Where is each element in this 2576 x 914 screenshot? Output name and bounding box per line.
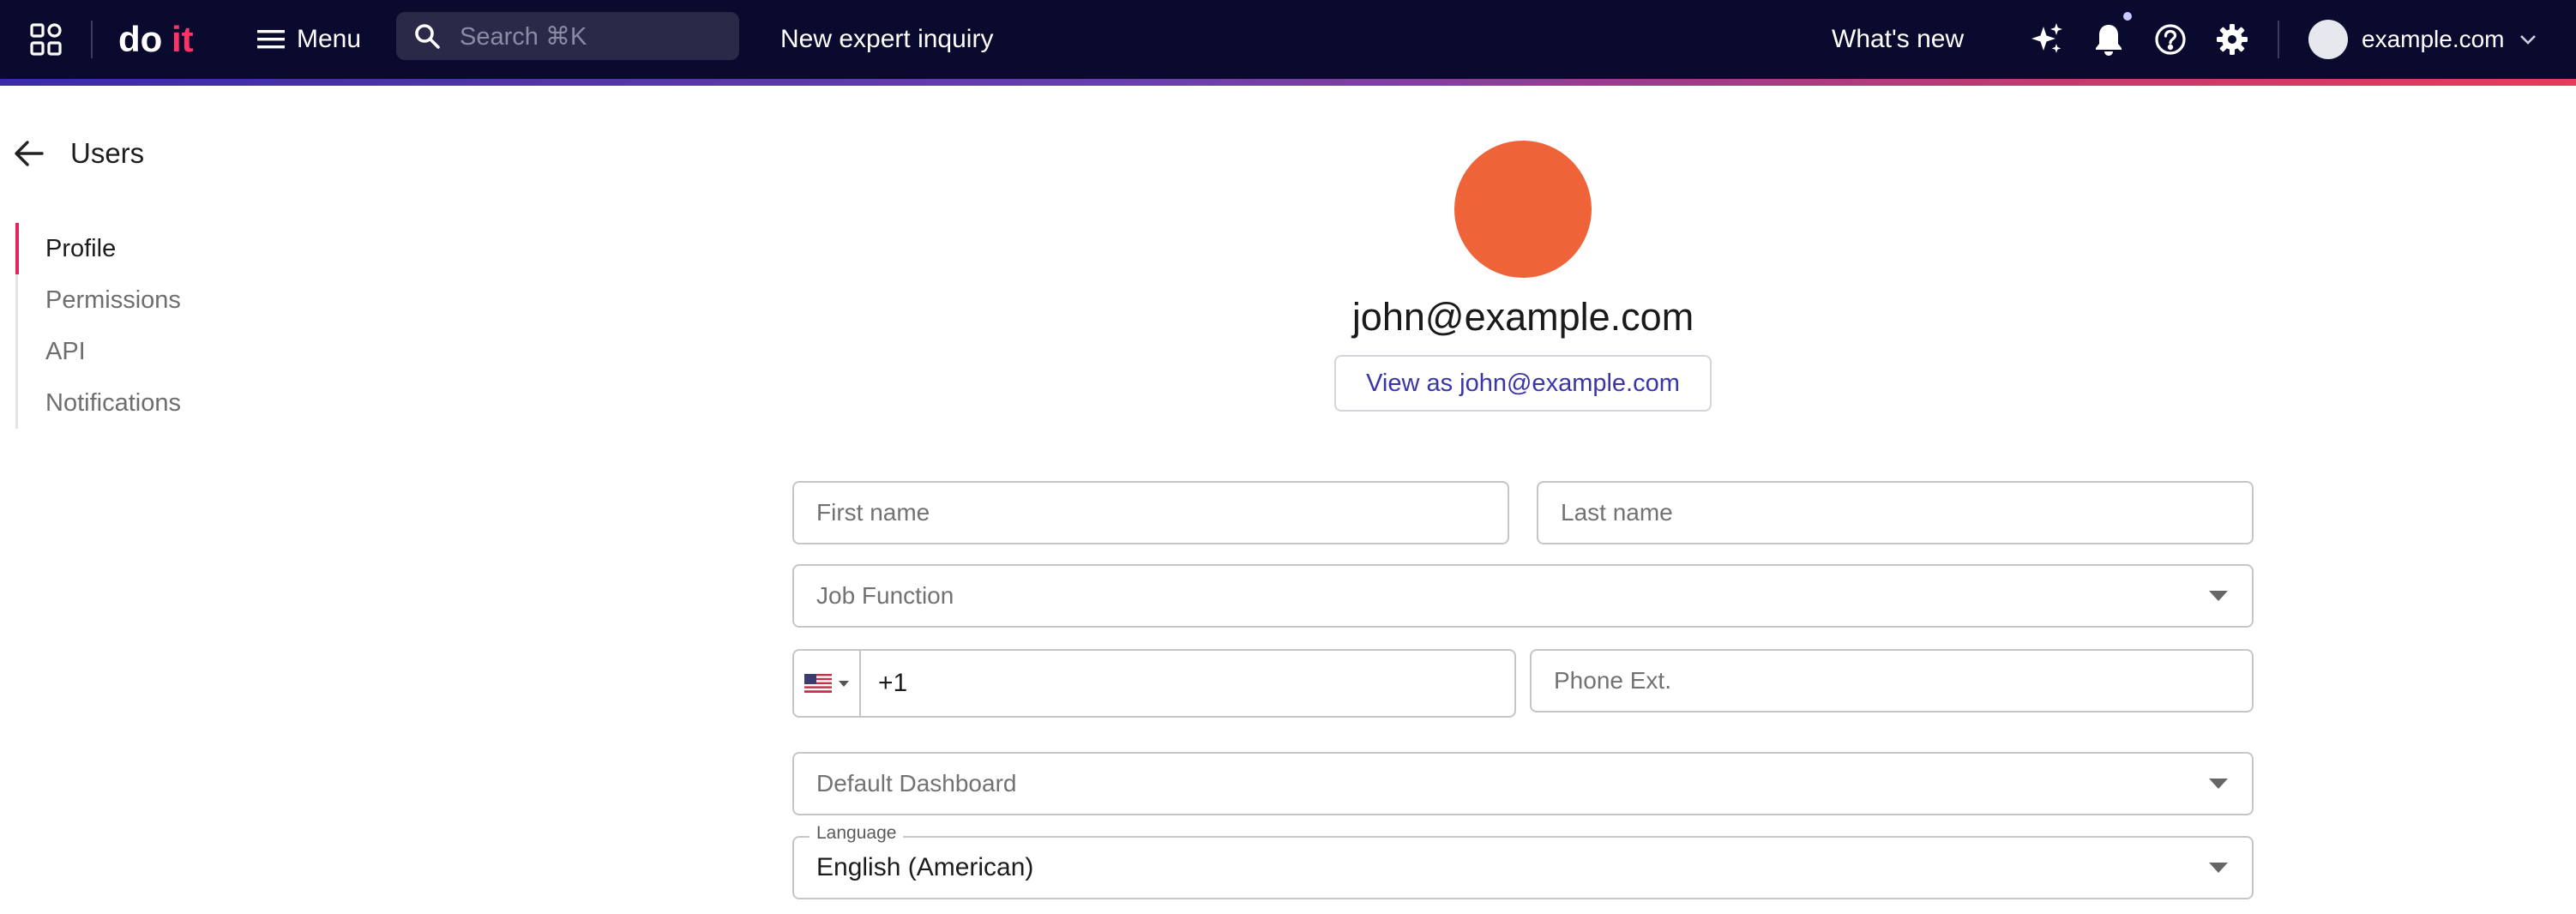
whats-new-link[interactable]: What's new	[1832, 0, 1964, 79]
country-code-selector[interactable]	[794, 651, 861, 716]
last-name-field[interactable]: Last name	[1537, 481, 2254, 544]
phone-ext-field[interactable]: Phone Ext.	[1530, 649, 2254, 713]
language-label: Language	[810, 823, 904, 844]
phone-number-value: +1	[878, 669, 908, 697]
language-select[interactable]: Language English (American)	[792, 823, 2254, 899]
view-as-button[interactable]: View as john@example.com	[1334, 355, 1712, 412]
side-nav-item-api[interactable]: API	[18, 326, 273, 377]
search-icon	[415, 24, 440, 49]
country-caret-icon	[839, 680, 849, 687]
phone-ext-placeholder: Phone Ext.	[1554, 667, 1671, 694]
svg-text:do: do	[118, 21, 162, 58]
help-icon[interactable]	[2151, 0, 2190, 79]
side-nav-item-profile[interactable]: Profile	[15, 223, 273, 274]
svg-text:it: it	[172, 21, 194, 58]
side-nav-item-notifications[interactable]: Notifications	[18, 377, 273, 429]
job-function-placeholder: Job Function	[816, 582, 954, 609]
dropdown-caret-icon	[2209, 591, 2228, 601]
apps-grid-icon[interactable]	[26, 0, 67, 79]
first-name-placeholder: First name	[816, 499, 930, 526]
dropdown-caret-icon	[2209, 863, 2228, 873]
phone-number-field[interactable]: +1	[792, 649, 1516, 718]
account-switcher[interactable]: example.com	[2308, 0, 2537, 79]
gear-icon[interactable]	[2212, 0, 2252, 79]
account-avatar	[2308, 20, 2348, 59]
notification-dot	[2122, 10, 2134, 22]
doit-logo[interactable]: do it	[118, 0, 225, 79]
last-name-placeholder: Last name	[1561, 499, 1673, 526]
top-bar-divider	[91, 21, 93, 58]
us-flag-icon	[804, 674, 832, 693]
top-bar-accent-stripe	[0, 79, 2576, 86]
profile-side-nav: Profile Permissions API Notifications	[15, 223, 273, 429]
menu-label: Menu	[297, 25, 362, 53]
back-arrow-icon[interactable]	[14, 140, 45, 167]
chevron-down-icon	[2519, 35, 2536, 45]
back-header: Users	[14, 130, 144, 177]
language-value: English (American)	[816, 853, 1034, 881]
new-expert-inquiry-link[interactable]: New expert inquiry	[780, 0, 993, 79]
first-name-field[interactable]: First name	[792, 481, 1509, 544]
users-title: Users	[70, 137, 145, 169]
menu-button[interactable]: Menu	[257, 0, 369, 79]
search-input[interactable]: Search ⌘K	[396, 12, 739, 60]
top-bar-divider	[2278, 21, 2279, 58]
dropdown-caret-icon	[2209, 779, 2228, 789]
default-dashboard-placeholder: Default Dashboard	[816, 770, 1017, 797]
sparkle-icon[interactable]	[2027, 0, 2067, 79]
side-nav-item-permissions[interactable]: Permissions	[18, 274, 273, 326]
user-avatar	[1454, 141, 1592, 278]
hamburger-icon	[257, 30, 285, 49]
account-label: example.com	[2362, 26, 2505, 52]
user-email-title: john@example.com	[1351, 295, 1694, 339]
job-function-select[interactable]: Job Function	[792, 564, 2254, 628]
default-dashboard-select[interactable]: Default Dashboard	[792, 752, 2254, 815]
search-placeholder: Search ⌘K	[460, 22, 587, 51]
